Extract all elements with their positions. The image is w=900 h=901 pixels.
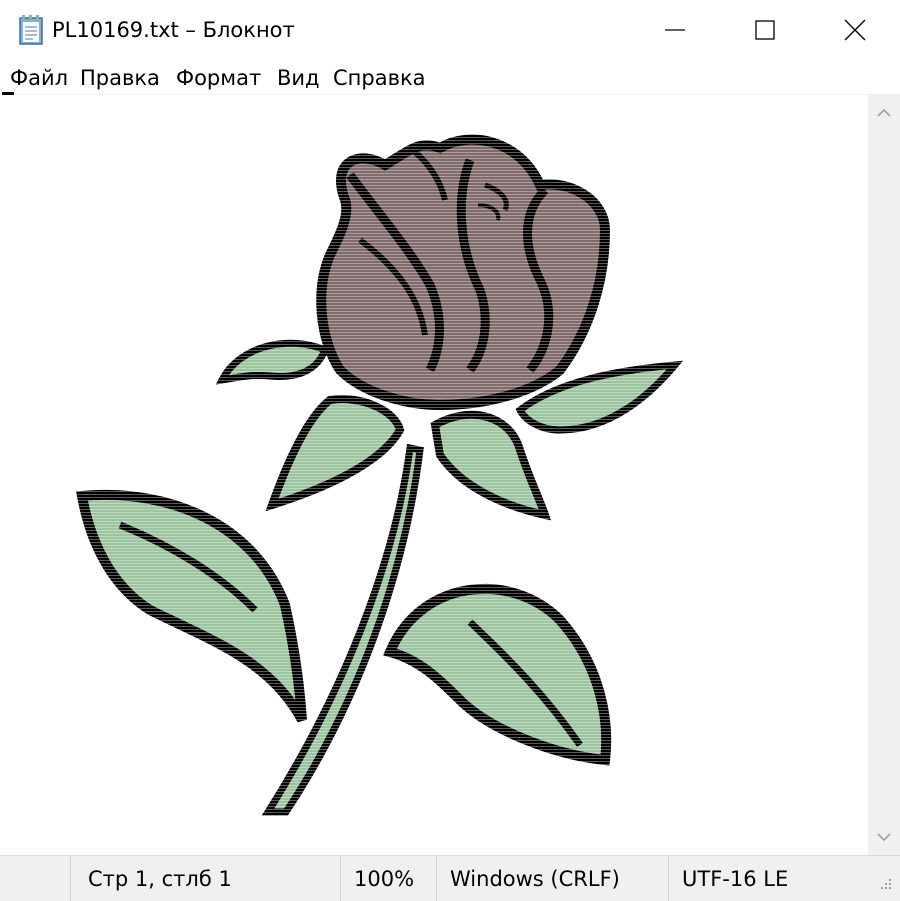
menu-edit[interactable]: Правка — [80, 64, 160, 92]
menu-format[interactable]: Формат — [176, 64, 261, 92]
menu-file[interactable]: Файл — [10, 64, 68, 92]
status-separator — [70, 856, 71, 901]
close-button[interactable] — [810, 0, 900, 60]
status-line-endings: Windows (CRLF) — [450, 867, 620, 891]
status-encoding: UTF-16 LE — [682, 867, 789, 891]
window-title: PL10169.txt – Блокнот — [52, 18, 295, 42]
status-separator — [340, 856, 341, 901]
status-separator — [668, 856, 669, 901]
minimize-icon — [665, 29, 685, 31]
status-separator — [436, 856, 437, 901]
chevron-down-icon[interactable] — [876, 831, 892, 843]
notepad-icon — [16, 14, 46, 46]
menu-help[interactable]: Справка — [333, 64, 426, 92]
resize-grip-icon[interactable] — [876, 876, 894, 894]
title-bar[interactable]: PL10169.txt – Блокнот — [0, 0, 900, 60]
menu-view[interactable]: Вид — [277, 64, 320, 92]
maximize-icon — [755, 20, 775, 40]
close-icon — [844, 19, 866, 41]
status-cursor-position: Стр 1, стлб 1 — [88, 867, 232, 891]
chevron-up-icon[interactable] — [876, 107, 892, 119]
status-bar: Стр 1, стлб 1 100% Windows (CRLF) UTF-16… — [0, 855, 900, 901]
vertical-scrollbar[interactable] — [868, 95, 900, 855]
menu-bar: Файл Правка Формат Вид Справка — [0, 60, 900, 95]
rose-ascii-art — [60, 130, 700, 830]
minimize-button[interactable] — [630, 0, 720, 60]
text-editor-area[interactable] — [0, 95, 868, 855]
status-zoom: 100% — [354, 867, 415, 891]
maximize-button[interactable] — [720, 0, 810, 60]
